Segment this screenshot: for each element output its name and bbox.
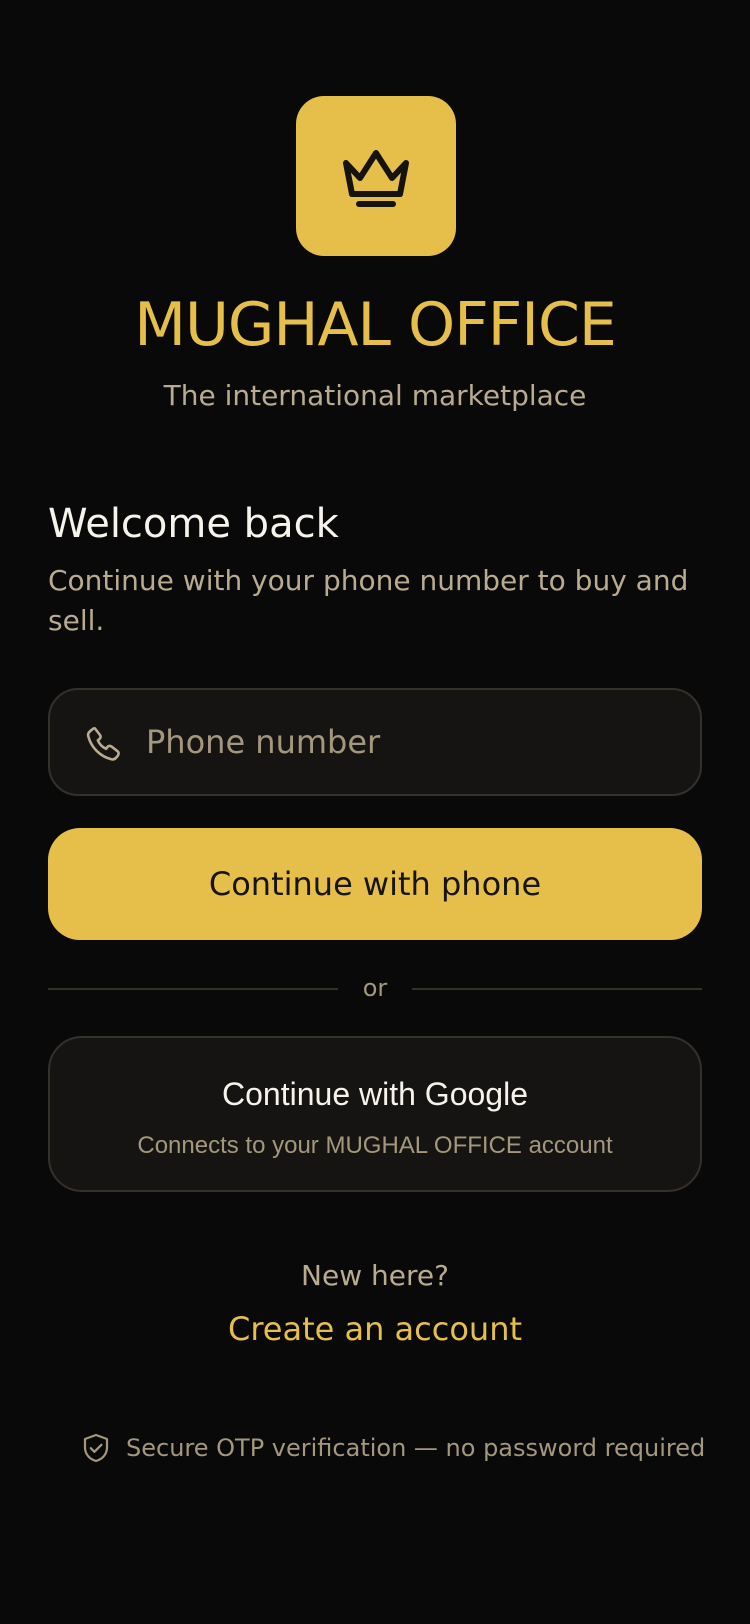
signup-prompt: New here? [301, 1259, 449, 1292]
continue-google-button[interactable]: Continue with Google Connects to your MU… [48, 1036, 702, 1192]
divider-right [412, 988, 702, 990]
divider-left [48, 988, 338, 990]
phone-icon [86, 726, 120, 761]
continue-google-subtext: Connects to your MUGHAL OFFICE account [137, 1132, 613, 1159]
phone-input[interactable] [146, 690, 686, 794]
security-note-text: Secure OTP verification — no password re… [126, 1434, 706, 1462]
login-screen: MUGHAL OFFICE The international marketpl… [0, 0, 750, 1624]
welcome-description: Continue with your phone number to buy a… [48, 564, 689, 637]
brand-name: MUGHAL OFFICE [134, 290, 617, 360]
create-account-link[interactable]: Create an account [0, 1308, 750, 1350]
divider-or: or [362, 974, 388, 1002]
brand-tagline: The international marketplace [163, 379, 587, 412]
welcome-title: Welcome back [48, 501, 339, 547]
security-note: Secure OTP verification — no password re… [80, 1430, 705, 1466]
continue-phone-button[interactable]: Continue with phone [48, 828, 702, 940]
crown-icon [343, 150, 409, 207]
continue-google-label: Continue with Google [222, 1076, 528, 1112]
shield-check-icon [83, 1433, 109, 1463]
phone-field[interactable] [48, 688, 702, 796]
brand-logo [296, 96, 456, 256]
